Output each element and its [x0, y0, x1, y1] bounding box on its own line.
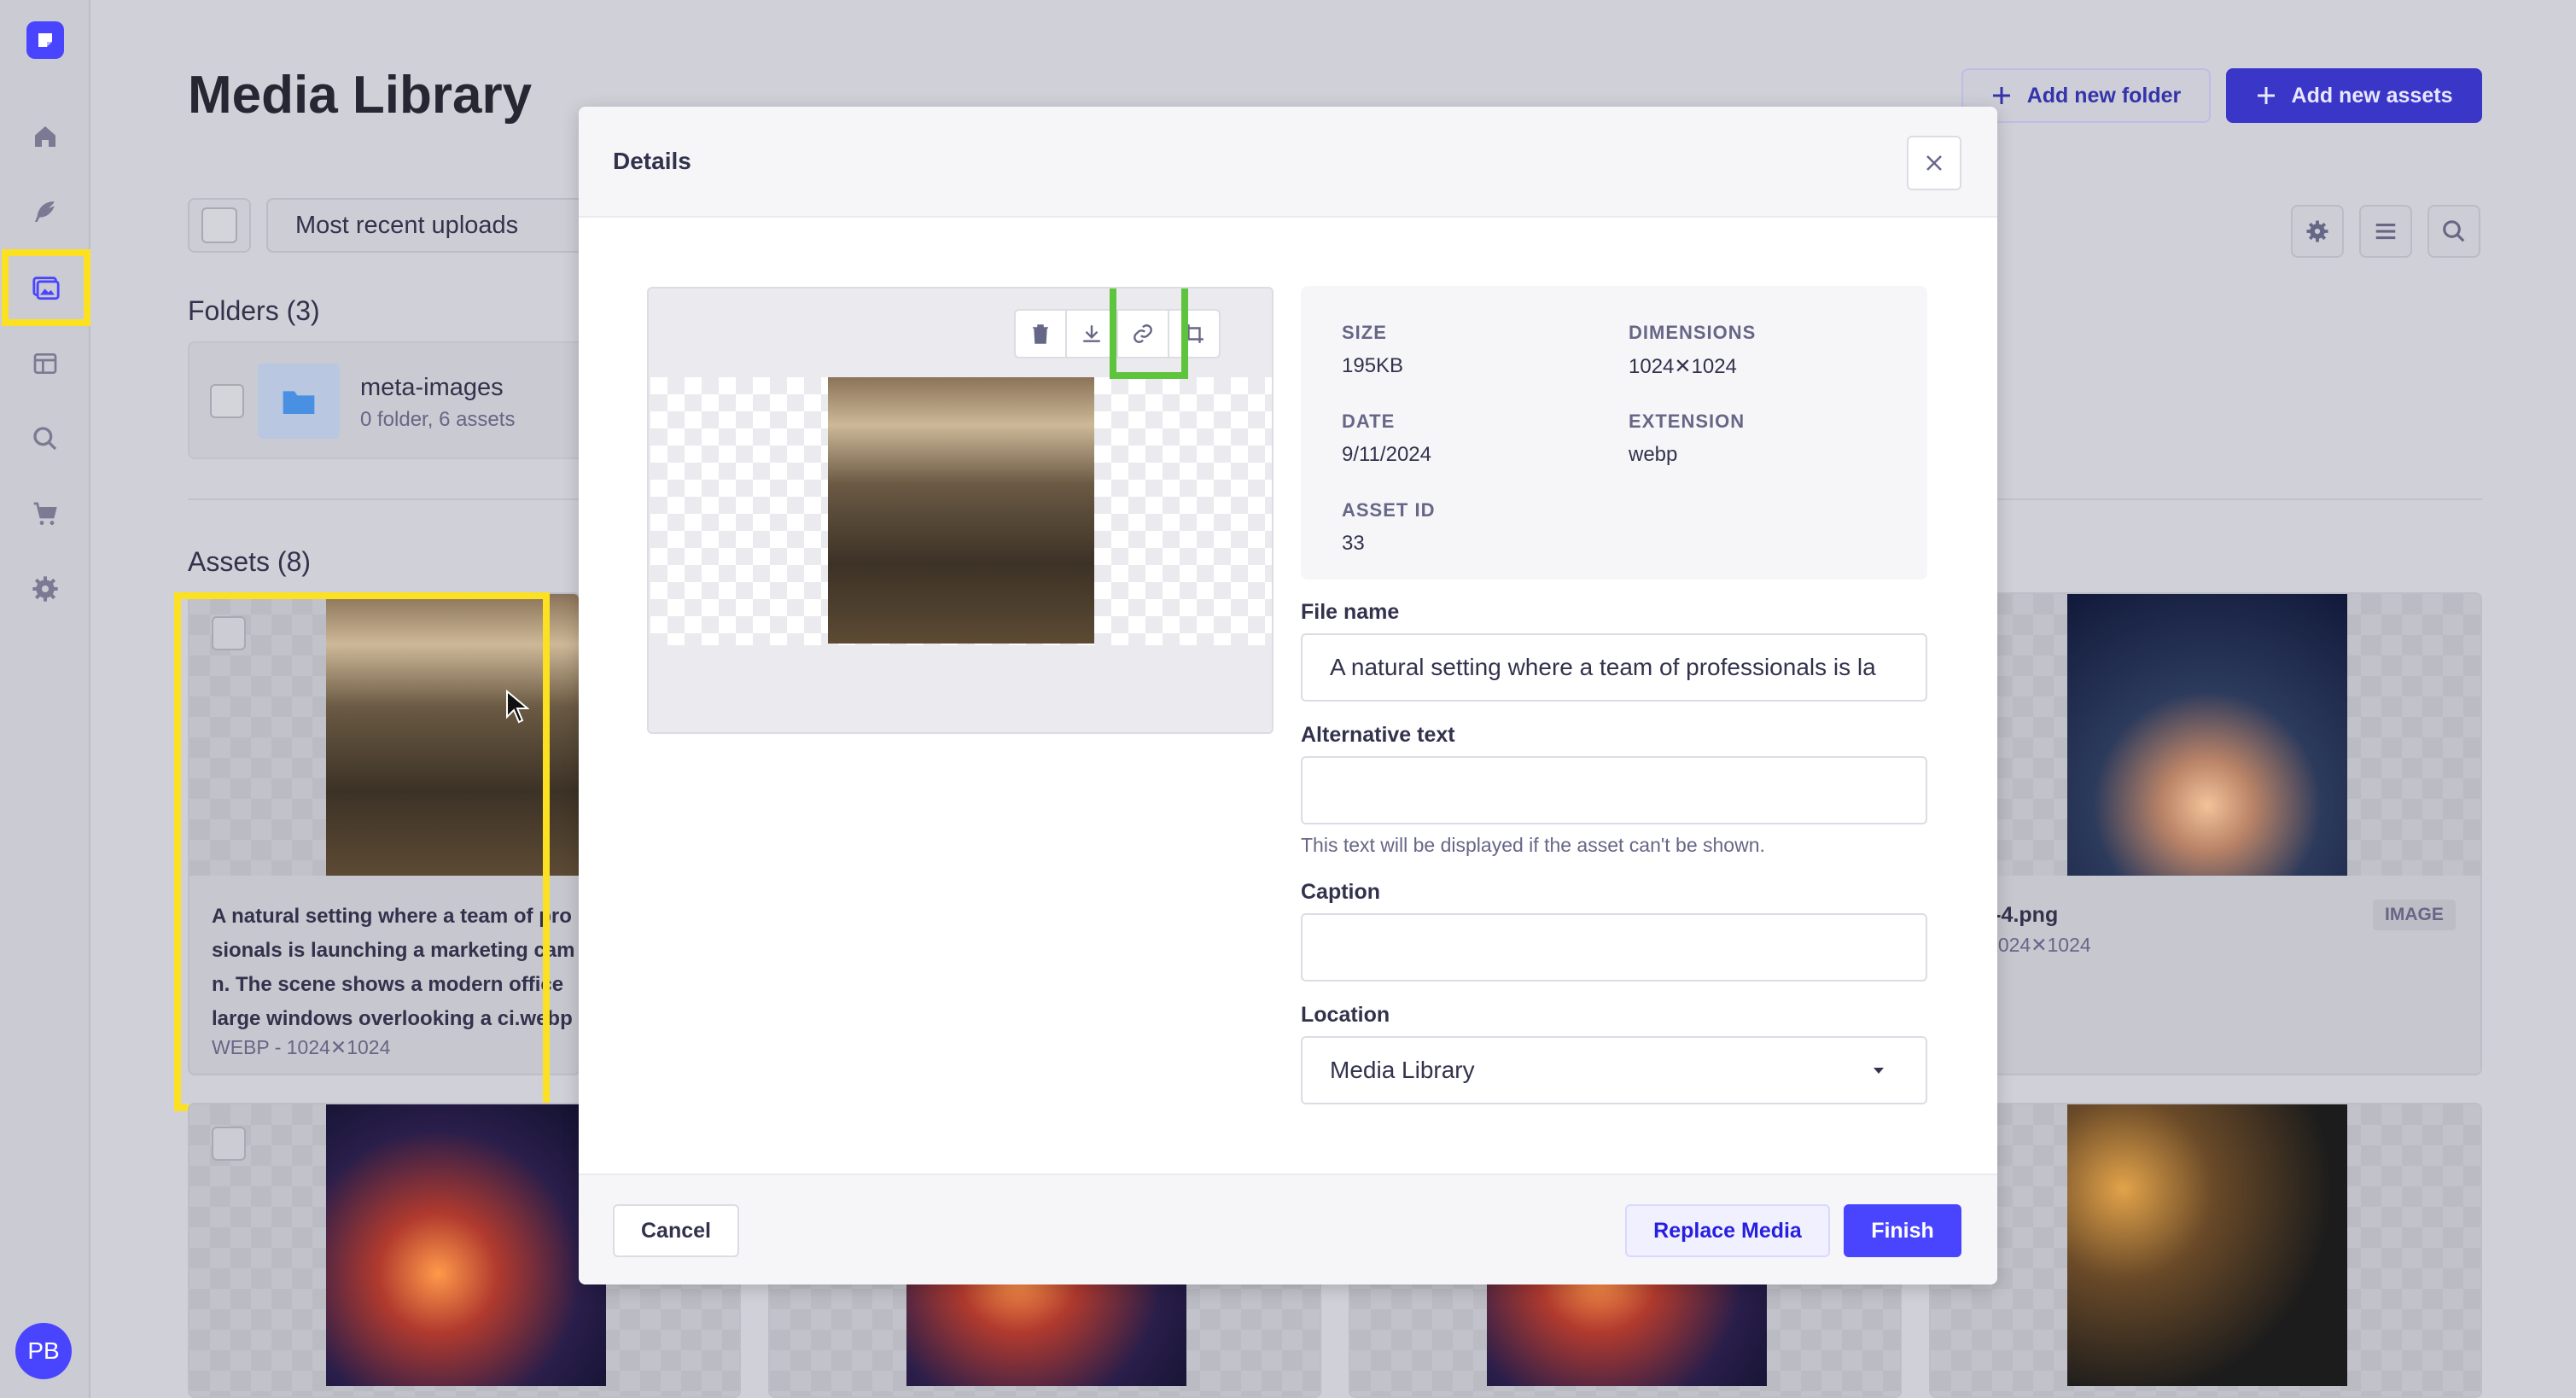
- date-value: 9/11/2024: [1342, 443, 1431, 466]
- search-icon[interactable]: [23, 416, 67, 461]
- add-new-folder-button[interactable]: Add new folder: [1961, 68, 2211, 123]
- caption-label: Caption: [1301, 880, 1381, 904]
- list-icon: [2375, 223, 2396, 240]
- folder-name: meta-images: [360, 374, 504, 401]
- add-new-assets-label: Add new assets: [2291, 83, 2453, 108]
- feather-icon[interactable]: [23, 189, 67, 234]
- asset-type-badge: IMAGE: [2373, 900, 2456, 930]
- folders-heading: Folders (3): [188, 295, 320, 326]
- media-library-nav-highlight[interactable]: [2, 249, 90, 326]
- cancel-button[interactable]: Cancel: [613, 1204, 739, 1257]
- asset-preview: [647, 287, 1273, 734]
- details-modal: Details SIZE 195KB DIMENSIONS 1024✕1024 …: [579, 107, 1997, 1284]
- alt-text-hint: This text will be displayed if the asset…: [1301, 834, 1765, 856]
- select-all-wrapper: [188, 198, 251, 253]
- plus-icon: [1992, 87, 2010, 104]
- sort-value: Most recent uploads: [295, 211, 519, 239]
- modal-header: Details: [579, 107, 1997, 218]
- add-new-assets-button[interactable]: Add new assets: [2226, 68, 2482, 123]
- dimensions-value: 1024✕1024: [1629, 355, 1737, 378]
- add-new-folder-label: Add new folder: [2026, 83, 2182, 108]
- asset-metadata: SIZE 195KB DIMENSIONS 1024✕1024 DATE 9/1…: [1301, 286, 1927, 580]
- folder-meta: 0 folder, 6 assets: [360, 408, 516, 431]
- close-button[interactable]: [1907, 136, 1961, 190]
- copy-link-highlight: [1110, 288, 1188, 379]
- home-icon[interactable]: [23, 114, 67, 159]
- folder-card[interactable]: meta-images 0 folder, 6 assets: [188, 341, 597, 459]
- trash-icon: [1033, 324, 1048, 344]
- date-label: DATE: [1342, 411, 1396, 432]
- asset-thumbnail-frame: [1931, 1104, 2480, 1396]
- asset-thumbnail: [326, 1104, 606, 1386]
- finish-button[interactable]: Finish: [1844, 1204, 1961, 1257]
- user-avatar[interactable]: PB: [15, 1323, 72, 1379]
- close-icon: [1926, 155, 1942, 171]
- location-value: Media Library: [1330, 1057, 1475, 1083]
- asset-card-highlight: [174, 592, 550, 1111]
- file-name-input[interactable]: A natural setting where a team of profes…: [1301, 633, 1927, 702]
- asset-thumbnail: [2067, 1104, 2347, 1386]
- modal-footer: Cancel Replace Media Finish: [579, 1174, 1997, 1284]
- asset-card[interactable]: [1929, 1103, 2482, 1398]
- asset-card[interactable]: et-4.png - 1024✕1024 IMAGE: [1929, 592, 2482, 1075]
- size-value: 195KB: [1342, 354, 1404, 377]
- layout-icon[interactable]: [23, 341, 67, 386]
- preview-image: [828, 377, 1094, 644]
- size-label: SIZE: [1342, 322, 1387, 343]
- asset-checkbox[interactable]: [212, 1127, 246, 1161]
- main-sidebar: PB: [0, 0, 90, 1398]
- extension-label: EXTENSION: [1629, 411, 1746, 432]
- mouse-cursor-icon: [506, 690, 529, 724]
- file-name-label: File name: [1301, 600, 1400, 624]
- search-icon: [2443, 220, 2465, 242]
- select-all-checkbox[interactable]: [201, 207, 237, 243]
- location-select[interactable]: Media Library: [1301, 1036, 1927, 1104]
- dimensions-label: DIMENSIONS: [1629, 322, 1757, 343]
- folder-icon: [258, 364, 340, 439]
- sort-select[interactable]: Most recent uploads: [266, 198, 591, 253]
- list-view-button[interactable]: [2359, 205, 2412, 258]
- plus-icon: [2257, 87, 2275, 104]
- delete-button[interactable]: [1014, 309, 1067, 358]
- alt-text-label: Alternative text: [1301, 723, 1455, 747]
- media-icon: [32, 277, 60, 300]
- asset-thumbnail: [2067, 594, 2347, 876]
- asset-id-value: 33: [1342, 532, 1365, 555]
- settings-gear-button[interactable]: [2291, 205, 2344, 258]
- gear-icon: [2306, 220, 2328, 242]
- settings-icon[interactable]: [23, 567, 67, 611]
- page-title: Media Library: [188, 66, 533, 125]
- cart-icon[interactable]: [23, 492, 67, 536]
- asset-id-label: ASSET ID: [1342, 499, 1436, 521]
- search-button[interactable]: [2427, 205, 2480, 258]
- folder-checkbox[interactable]: [210, 384, 244, 418]
- modal-title: Details: [613, 148, 691, 174]
- chevron-down-icon: [1874, 1068, 1884, 1074]
- assets-heading: Assets (8): [188, 546, 312, 577]
- location-label: Location: [1301, 1003, 1390, 1027]
- caption-input[interactable]: [1301, 913, 1927, 982]
- replace-media-button[interactable]: Replace Media: [1625, 1204, 1830, 1257]
- extension-value: webp: [1629, 443, 1678, 466]
- asset-thumbnail-frame: [1931, 594, 2480, 876]
- download-icon: [1083, 325, 1100, 342]
- brand-logo[interactable]: [26, 21, 64, 59]
- alt-text-input[interactable]: [1301, 756, 1927, 824]
